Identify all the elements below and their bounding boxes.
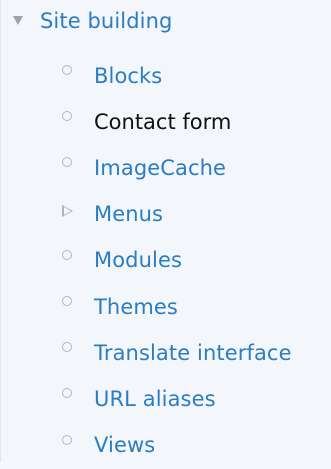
- menu-item-imagecache[interactable]: ImageCache: [62, 145, 292, 191]
- bullet-icon: [62, 342, 72, 353]
- bullet-icon: [62, 65, 72, 76]
- blocks-link[interactable]: Blocks: [94, 65, 162, 87]
- site-building-menu: Blocks Contact form ImageCache Menus Mod…: [62, 53, 292, 469]
- bullet-icon: [62, 111, 72, 122]
- imagecache-link[interactable]: ImageCache: [94, 157, 226, 179]
- menu-item-menus[interactable]: Menus: [62, 192, 292, 238]
- site-building-link[interactable]: Site building: [40, 9, 172, 33]
- modules-link[interactable]: Modules: [94, 250, 182, 271]
- menu-item-contact-form[interactable]: Contact form: [62, 99, 292, 145]
- bullet-icon: [62, 157, 72, 168]
- bullet-icon: [62, 434, 72, 445]
- collapse-triangle-icon[interactable]: [13, 15, 23, 25]
- menu-item-url-aliases[interactable]: URL aliases: [62, 376, 292, 422]
- section-site-building[interactable]: Site building: [13, 6, 172, 36]
- menu-item-modules[interactable]: Modules: [62, 238, 292, 284]
- menu-item-translate-interface[interactable]: Translate interface: [62, 330, 292, 376]
- menu-item-themes[interactable]: Themes: [62, 284, 292, 330]
- bullet-icon: [62, 296, 72, 307]
- admin-menu-panel: Site building Blocks Contact form ImageC…: [0, 0, 331, 462]
- views-link[interactable]: Views: [94, 435, 155, 456]
- contact-form-active-label: Contact form: [94, 109, 232, 134]
- expand-triangle-icon[interactable]: [62, 204, 73, 217]
- bullet-icon: [62, 388, 72, 399]
- bullet-icon: [62, 249, 72, 260]
- menu-item-blocks[interactable]: Blocks: [62, 53, 292, 99]
- url-aliases-link[interactable]: URL aliases: [94, 388, 216, 410]
- themes-link[interactable]: Themes: [94, 296, 178, 318]
- menus-link[interactable]: Menus: [94, 204, 163, 225]
- translate-interface-link[interactable]: Translate interface: [94, 342, 292, 364]
